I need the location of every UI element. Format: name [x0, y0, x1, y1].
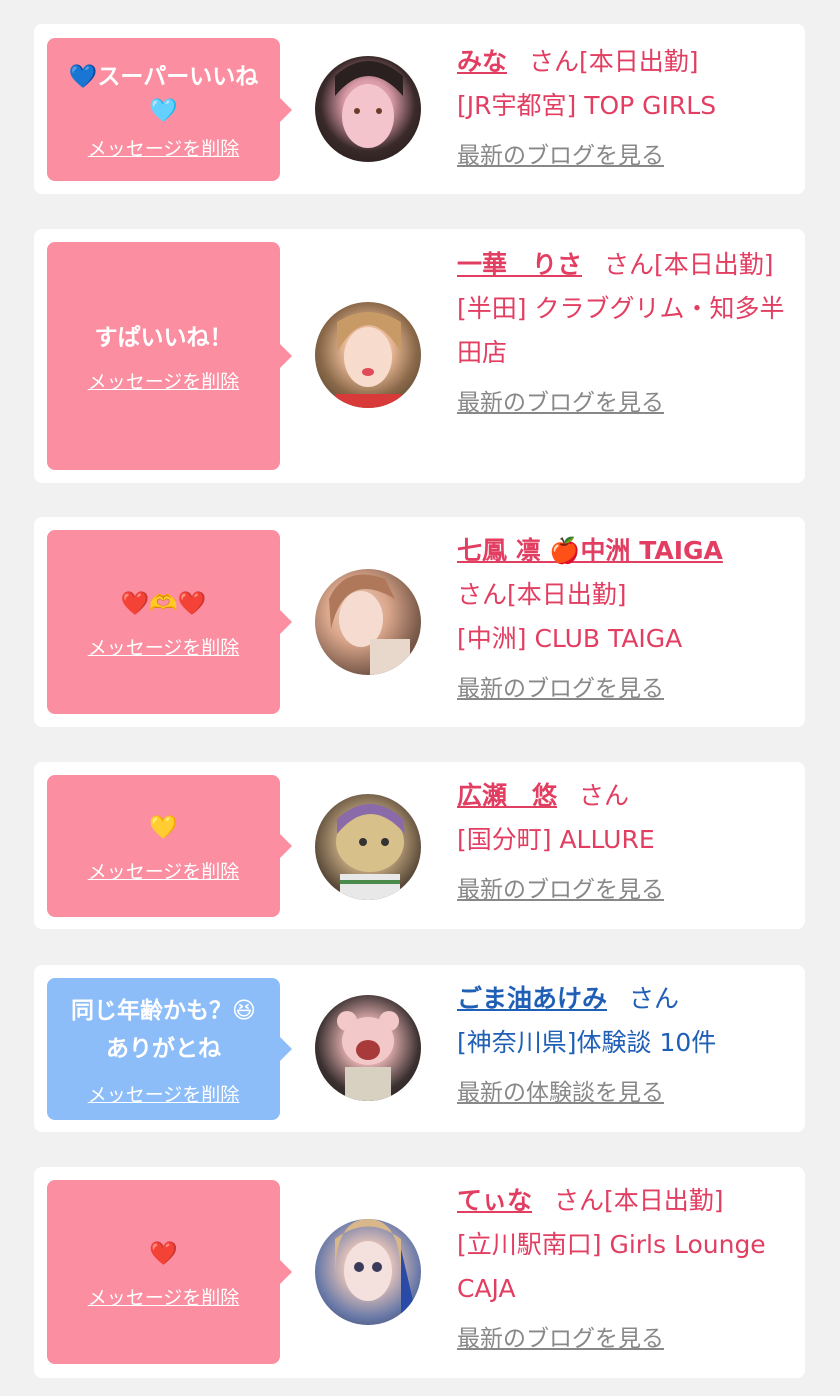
girl-info: てぃな さん[本日出勤] [立川駅南口] Girls Lounge CAJA 最新…: [457, 1179, 797, 1361]
message-text: すぱいいね！: [94, 324, 233, 351]
message-bubble: すぱいいね！ メッセージを削除: [47, 242, 292, 470]
user-name-link[interactable]: ごま油あけみ: [457, 984, 607, 1013]
message-bubble: ❤️ メッセージを削除: [47, 1180, 292, 1364]
message-text: 💛: [149, 814, 178, 841]
message-text: ありがとね: [106, 1035, 221, 1062]
message-bubble: 💛 メッセージを削除: [47, 775, 292, 917]
message-text: 💙スーパーいいね: [68, 64, 259, 90]
girl-info: みな さん[本日出勤] [JR宇都宮] TOP GIRLS 最新のブログを見る: [457, 40, 797, 178]
like-card: 同じ年齢かも？😆 ありがとね メッセージを削除 ごま油あけみ さん [神奈川県]体…: [34, 965, 805, 1132]
girl-name-link[interactable]: てぃな: [457, 1186, 532, 1215]
avatar[interactable]: [315, 995, 421, 1101]
avatar-image: [329, 574, 410, 675]
like-card: ❤️🫶❤️ メッセージを削除 七鳳 凛 🍎中洲 TAIGA さん[本日出勤] […: [34, 517, 805, 727]
delete-message-link[interactable]: メッセージを削除: [88, 1283, 240, 1310]
avatar[interactable]: [315, 56, 421, 162]
shop-info: [立川駅南口] Girls Lounge CAJA: [457, 1230, 766, 1303]
girl-suffix: さん[本日出勤]: [457, 580, 627, 609]
avatar-image: [335, 312, 401, 408]
girl-suffix: さん[本日出勤]: [529, 47, 699, 76]
user-info: ごま油あけみ さん [神奈川県]体験談 10件 最新の体験談を見る: [457, 977, 797, 1115]
girl-name-link[interactable]: みな: [457, 47, 507, 76]
girl-name-link[interactable]: 七鳳 凛 🍎中洲 TAIGA: [457, 536, 723, 565]
latest-blog-link[interactable]: 最新のブログを見る: [457, 134, 797, 178]
delete-message-link[interactable]: メッセージを削除: [88, 134, 240, 161]
girl-suffix: さん: [579, 781, 630, 810]
message-bubble: ❤️🫶❤️ メッセージを削除: [47, 530, 292, 714]
shop-info: [JR宇都宮] TOP GIRLS: [457, 91, 717, 120]
avatar[interactable]: [315, 794, 421, 900]
message-bubble: 同じ年齢かも？😆 ありがとね メッセージを削除: [47, 978, 292, 1120]
shop-info: [半田] クラブグリム・知多半田店: [457, 294, 785, 367]
user-suffix: さん: [629, 984, 680, 1013]
message-text: ❤️: [149, 1240, 178, 1267]
delete-message-link[interactable]: メッセージを削除: [88, 633, 240, 660]
message-text: ❤️🫶❤️: [120, 590, 207, 617]
review-info: [神奈川県]体験談 10件: [457, 1028, 717, 1057]
girl-info: 広瀬 悠さん [国分町] ALLURE 最新のブログを見る: [457, 774, 797, 912]
girl-info: 七鳳 凛 🍎中洲 TAIGA さん[本日出勤] [中洲] CLUB TAIGA …: [457, 529, 797, 711]
girl-name-link[interactable]: 一華 りさ: [457, 250, 582, 279]
latest-review-link[interactable]: 最新の体験談を見る: [457, 1071, 797, 1115]
delete-message-link[interactable]: メッセージを削除: [88, 857, 240, 884]
like-card: ❤️ メッセージを削除 てぃな さん[本日出勤] [立川駅南口] Girls Lo…: [34, 1167, 805, 1378]
message-bubble: 💙スーパーいいね 🩵 メッセージを削除: [47, 38, 292, 181]
avatar[interactable]: [315, 1219, 421, 1325]
avatar-image: [335, 61, 403, 148]
girl-name-link[interactable]: 広瀬 悠: [457, 781, 557, 810]
latest-blog-link[interactable]: 最新のブログを見る: [457, 381, 797, 425]
avatar-image: [337, 1011, 399, 1101]
avatar-image: [336, 804, 405, 900]
avatar[interactable]: [315, 302, 421, 408]
like-card: 💛 メッセージを削除 広瀬 悠さん [国分町] ALLURE 最新のブログを見る: [34, 762, 805, 929]
avatar-image: [335, 1219, 415, 1325]
avatar[interactable]: [315, 569, 421, 675]
girl-suffix: さん[本日出勤]: [604, 250, 774, 279]
delete-message-link[interactable]: メッセージを削除: [88, 1080, 240, 1107]
shop-info: [中洲] CLUB TAIGA: [457, 624, 683, 653]
like-card: すぱいいね！ メッセージを削除 一華 りさ さん[本日出勤] [半田] クラブグリ…: [34, 229, 805, 483]
message-text: 同じ年齢かも？😆: [71, 997, 256, 1024]
girl-info: 一華 りさ さん[本日出勤] [半田] クラブグリム・知多半田店 最新のブログを見…: [457, 243, 797, 425]
like-card: 💙スーパーいいね 🩵 メッセージを削除 みな さん[本日出勤] [JR宇都宮] T…: [34, 24, 805, 194]
message-text: 🩵: [149, 98, 178, 124]
shop-info: [国分町] ALLURE: [457, 825, 655, 854]
latest-blog-link[interactable]: 最新のブログを見る: [457, 667, 797, 711]
girl-suffix: さん[本日出勤]: [554, 1186, 724, 1215]
latest-blog-link[interactable]: 最新のブログを見る: [457, 1317, 797, 1361]
delete-message-link[interactable]: メッセージを削除: [88, 367, 240, 394]
latest-blog-link[interactable]: 最新のブログを見る: [457, 868, 797, 912]
